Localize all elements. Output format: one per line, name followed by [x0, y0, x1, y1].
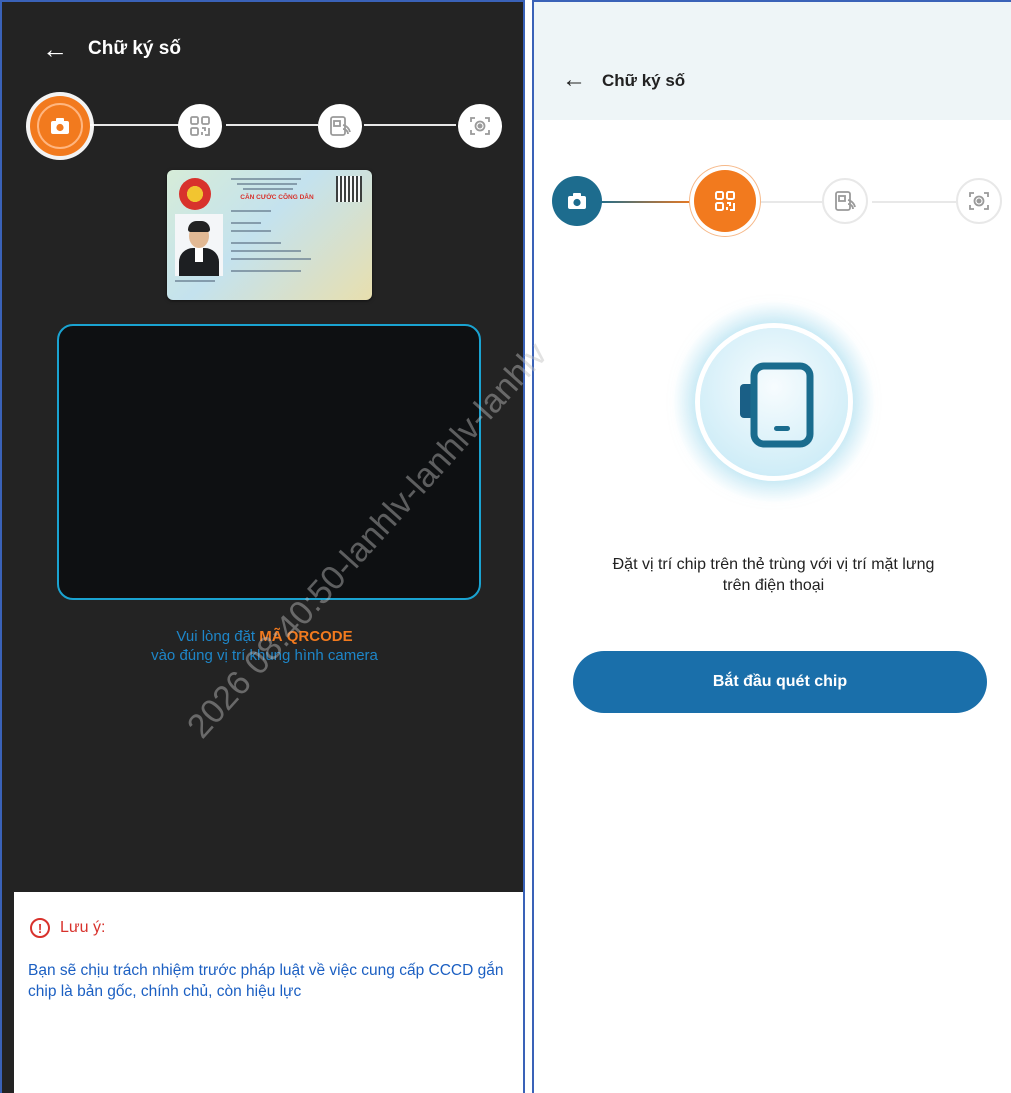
- stepper-connector: [872, 201, 958, 203]
- step-nfc-chip: [822, 178, 868, 224]
- hint-prefix: Vui lòng đặt: [176, 628, 260, 645]
- id-card-sample-image: CĂN CƯỚC CÔNG DÂN: [167, 170, 372, 300]
- instruction-line1: Đặt vị trí chip trên thẻ trùng với vị tr…: [612, 556, 935, 573]
- face-scan-icon: [968, 190, 990, 212]
- stepper-connector: [88, 124, 182, 126]
- step-face-scan: [956, 178, 1002, 224]
- warning-title: Lưu ý:: [60, 919, 106, 936]
- chip-instruction: Đặt vị trí chip trên thẻ trùng với vị tr…: [534, 554, 1011, 596]
- hint-line2: vào đúng vị trí khung hình camera: [151, 647, 378, 664]
- right-screen-chip-scan: ← Chữ ký số Đặt vị trí chip trên thẻ trù…: [532, 0, 1011, 1093]
- camera-icon: [567, 192, 587, 210]
- step-qrcode: [178, 104, 222, 148]
- camera-viewfinder: [57, 324, 481, 600]
- step-face-scan: [458, 104, 502, 148]
- instruction-line2: trên điện thoại: [722, 577, 825, 594]
- nfc-chip-icon: [834, 190, 856, 212]
- hint-highlight: MÃ QRCODE: [259, 628, 353, 645]
- phone-chip-icon: [740, 358, 820, 448]
- app-header: ← Chữ ký số: [2, 2, 523, 92]
- qr-scan-hint: Vui lòng đặt MÃ QRCODE vào đúng vị trí k…: [2, 627, 523, 665]
- start-chip-scan-button[interactable]: Bắt đầu quét chip: [573, 651, 987, 713]
- nfc-chip-icon: [329, 115, 351, 137]
- stepper-connector: [364, 124, 456, 126]
- stepper-connector: [750, 201, 824, 203]
- qrcode-icon: [189, 115, 211, 137]
- progress-stepper: [30, 96, 510, 156]
- warning-note-panel: ! Lưu ý: Bạn sẽ chịu trách nhiệm trước p…: [14, 892, 523, 1093]
- page-title: Chữ ký số: [88, 38, 181, 59]
- app-header: ← Chữ ký số: [534, 2, 1011, 120]
- qrcode-icon: [714, 190, 736, 212]
- stepper-connector: [226, 124, 318, 126]
- warning-body: Bạn sẽ chịu trách nhiệm trước pháp luật …: [28, 962, 504, 1000]
- stepper-connector: [596, 201, 696, 203]
- face-scan-icon: [469, 115, 491, 137]
- step-qrcode: [694, 170, 756, 232]
- arrow-left-icon[interactable]: ←: [560, 66, 588, 94]
- camera-icon: [37, 103, 83, 149]
- progress-stepper: [552, 170, 1008, 232]
- arrow-left-icon[interactable]: ←: [40, 34, 70, 64]
- left-screen-qr-scan: ← Chữ ký số CĂN CƯỚC CÔNG DÂN Vui lòng đ…: [0, 0, 525, 1093]
- exclamation-circle-icon: !: [30, 918, 50, 938]
- card-title: CĂN CƯỚC CÔNG DÂN: [240, 194, 314, 201]
- page-title: Chữ ký số: [602, 71, 686, 90]
- step-camera: [30, 96, 90, 156]
- step-nfc-chip: [318, 104, 362, 148]
- portrait-photo: [175, 214, 223, 276]
- step-camera: [552, 176, 602, 226]
